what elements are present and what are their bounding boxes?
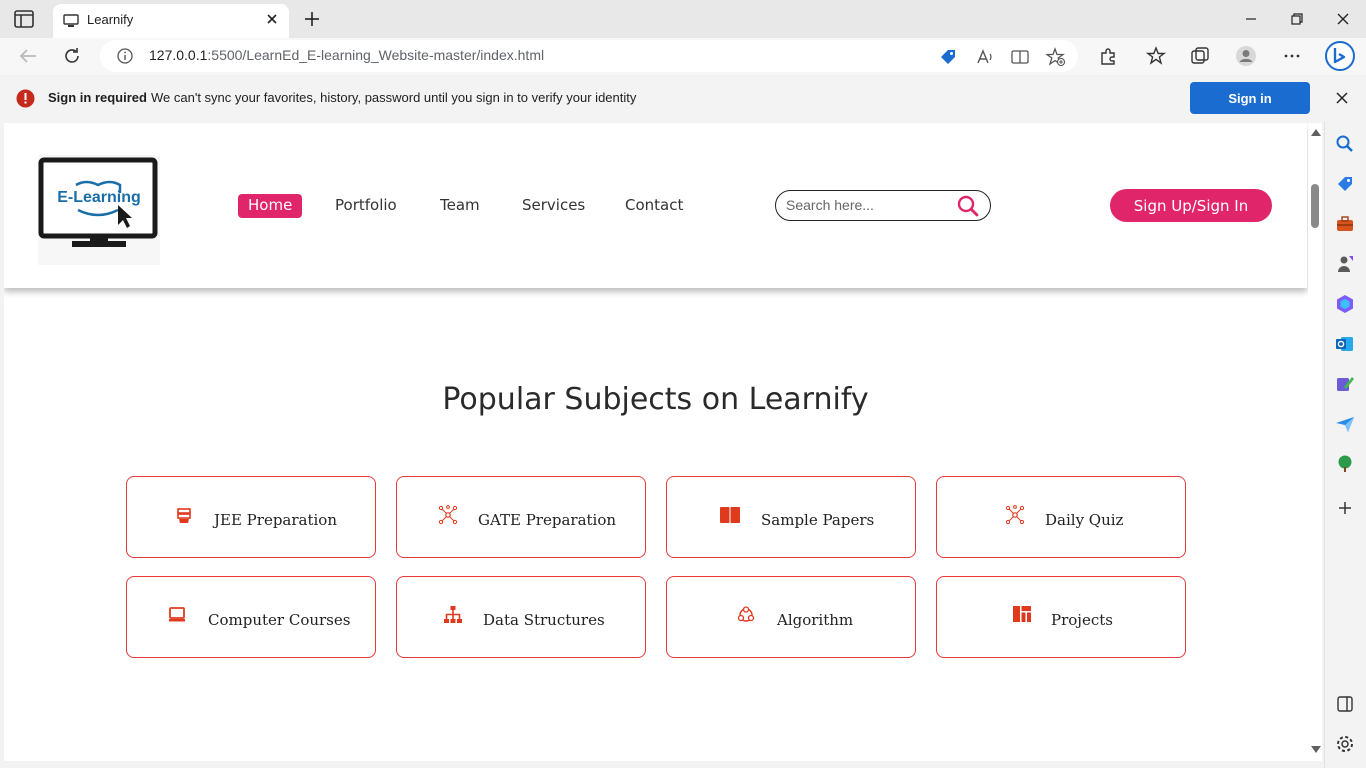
monitor-favicon-icon <box>63 14 79 27</box>
close-tab-icon[interactable] <box>263 10 281 28</box>
games-icon[interactable] <box>1335 254 1355 274</box>
collections-icon[interactable] <box>1189 45 1211 67</box>
subject-label: Algorithm <box>777 611 854 629</box>
network-icon <box>438 505 458 525</box>
refresh-icon[interactable] <box>61 45 83 67</box>
more-menu-icon[interactable] <box>1281 45 1303 67</box>
book-icon <box>720 507 740 523</box>
scroll-up-arrow-icon[interactable] <box>1311 129 1321 136</box>
new-tab-icon[interactable] <box>303 10 321 28</box>
add-sidebar-icon[interactable] <box>1335 498 1355 518</box>
tab-bar: Learnify <box>0 0 1366 38</box>
close-window-icon[interactable] <box>1332 8 1354 30</box>
subject-card-daily-quiz[interactable]: Daily Quiz <box>936 476 1186 558</box>
laptop-icon <box>169 607 185 622</box>
nav-home[interactable]: Home <box>238 194 303 218</box>
subject-card-data-structures[interactable]: Data Structures <box>396 576 646 658</box>
nav-team[interactable]: Team <box>430 194 490 218</box>
subject-label: JEE Preparation <box>214 511 337 529</box>
subject-label: Sample Papers <box>761 511 875 529</box>
edge-sidebar <box>1324 122 1366 768</box>
nav-portfolio[interactable]: Portfolio <box>325 194 407 218</box>
subject-card-gate[interactable]: GATE Preparation <box>396 476 646 558</box>
subject-label: Daily Quiz <box>1045 511 1124 529</box>
copilot-icon[interactable] <box>1324 40 1356 72</box>
subject-card-algorithm[interactable]: Algorithm <box>666 576 916 658</box>
subject-card-jee[interactable]: JEE Preparation <box>126 476 376 558</box>
tab-actions-icon[interactable] <box>14 10 34 28</box>
subject-card-projects[interactable]: Projects <box>936 576 1186 658</box>
page-scrollbar[interactable] <box>1308 123 1322 761</box>
site-header: E-Learning Home Portfolio Team Services … <box>4 123 1307 288</box>
url-path: :5500/LearnEd_E-learning_Website-master/… <box>207 47 545 63</box>
signup-signin-button[interactable]: Sign Up/Sign In <box>1110 189 1272 222</box>
subject-label: Data Structures <box>483 611 605 629</box>
outlook-icon[interactable] <box>1335 334 1355 354</box>
subject-card-sample-papers[interactable]: Sample Papers <box>666 476 916 558</box>
add-favorite-icon[interactable] <box>1046 47 1066 67</box>
search-sidebar-icon[interactable] <box>1335 134 1355 154</box>
nav-contact[interactable]: Contact <box>615 194 693 218</box>
calculator-icon <box>177 508 191 523</box>
nav-services[interactable]: Services <box>512 194 595 218</box>
send-icon[interactable] <box>1335 414 1355 434</box>
shopping-tag-icon[interactable] <box>938 47 958 67</box>
window-bottom-edge <box>0 761 1324 768</box>
tree-icon[interactable] <box>1335 454 1355 474</box>
e-learning-logo[interactable]: E-Learning <box>38 155 160 265</box>
logo-text: E-Learning <box>57 189 141 206</box>
infobar-message: We can't sync your favorites, history, p… <box>151 90 637 105</box>
search-icon[interactable] <box>956 194 980 218</box>
subject-card-computer-courses[interactable]: Computer Courses <box>126 576 376 658</box>
back-icon[interactable] <box>17 45 39 67</box>
search-input[interactable] <box>786 196 946 214</box>
favorites-icon[interactable] <box>1146 45 1168 67</box>
sitemap-icon <box>444 606 462 623</box>
hide-sidebar-icon[interactable] <box>1335 694 1355 714</box>
dashboard-icon <box>1013 606 1031 622</box>
scroll-thumb[interactable] <box>1311 184 1319 228</box>
infobar-title: Sign in required <box>48 90 147 105</box>
profile-avatar-icon[interactable] <box>1235 45 1257 67</box>
active-tab[interactable]: Learnify <box>53 4 289 38</box>
network-icon <box>1005 505 1025 525</box>
subject-label: GATE Preparation <box>478 511 617 529</box>
site-info-icon[interactable] <box>117 48 133 64</box>
section-title: Popular Subjects on Learnify <box>442 382 869 417</box>
close-infobar-icon[interactable] <box>1334 90 1350 106</box>
microsoft365-icon[interactable] <box>1335 294 1355 314</box>
read-aloud-icon[interactable] <box>975 47 995 67</box>
tab-title: Learnify <box>87 12 134 27</box>
sign-in-infobar: Sign in required We can't sync your favo… <box>0 75 1366 122</box>
minimize-icon[interactable] <box>1240 8 1262 30</box>
immersive-reader-icon[interactable] <box>1010 47 1030 67</box>
scroll-down-arrow-icon[interactable] <box>1311 746 1321 753</box>
subject-label: Projects <box>1051 611 1113 629</box>
shopping-icon[interactable] <box>1335 174 1355 194</box>
browser-toolbar: 127.0.0.1:5500/LearnEd_E-learning_Websit… <box>0 38 1366 75</box>
address-bar[interactable]: 127.0.0.1:5500/LearnEd_E-learning_Websit… <box>100 40 1078 72</box>
search-box <box>775 190 991 221</box>
extensions-icon[interactable] <box>1097 45 1119 67</box>
tools-icon[interactable] <box>1335 214 1355 234</box>
restore-icon[interactable] <box>1286 8 1308 30</box>
designer-icon[interactable] <box>1335 374 1355 394</box>
cycle-icon <box>737 606 755 622</box>
url-text: 127.0.0.1:5500/LearnEd_E-learning_Websit… <box>149 47 544 63</box>
url-host: 127.0.0.1 <box>149 47 208 63</box>
subject-label: Computer Courses <box>208 611 351 629</box>
settings-gear-icon[interactable] <box>1335 734 1355 754</box>
sign-in-button[interactable]: Sign in <box>1190 82 1310 114</box>
error-icon <box>16 89 35 108</box>
page-viewport: E-Learning Home Portfolio Team Services … <box>4 123 1308 761</box>
